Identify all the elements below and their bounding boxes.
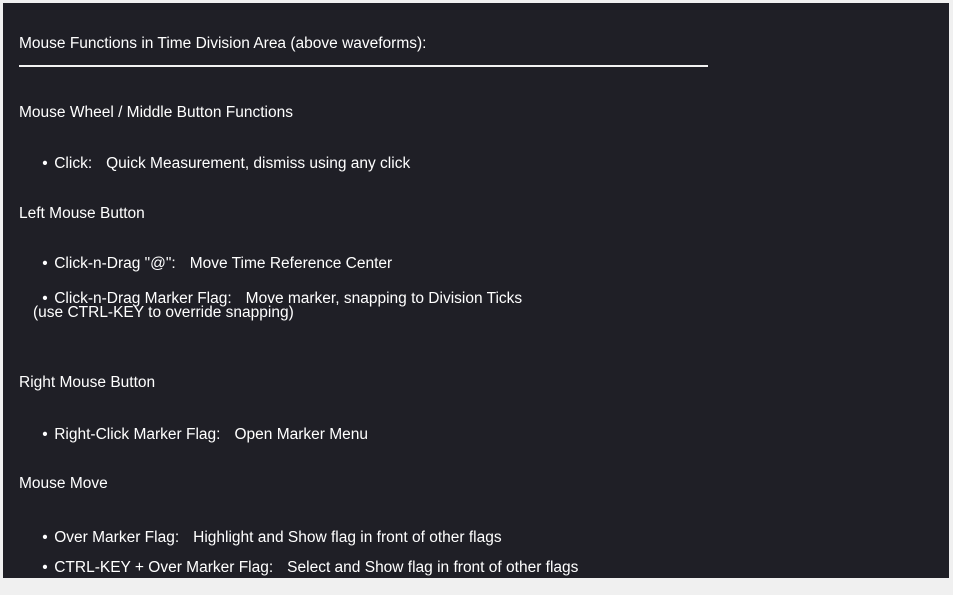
item-action: Click-n-Drag "@": [54,255,176,272]
item-action: Right-Click Marker Flag: [54,426,221,443]
help-title: Mouse Functions in Time Division Area (a… [19,35,427,52]
item-action: CTRL-KEY + Over Marker Flag: [54,559,274,576]
bullet-icon: • [42,426,48,443]
bullet-icon: • [42,559,48,576]
help-item-open-marker-menu: • Right-Click Marker Flag: Open Marker Men… [25,408,368,462]
item-description: Move Time Reference Center [189,255,393,272]
bullet-icon: • [42,155,48,172]
item-description: Open Marker Menu [234,426,368,443]
item-description: Quick Measurement, dismiss using any cli… [106,155,411,172]
bullet-icon: • [42,255,48,272]
title-underline [19,65,708,67]
help-item-quick-measurement: • Click: Quick Measurement, dismiss using … [25,137,410,191]
section-heading-left-button: Left Mouse Button [19,205,145,222]
item-description: Select and Show flag in front of other f… [287,559,579,576]
help-item-select-flag: • CTRL-KEY + Over Marker Flag: Select and … [25,541,578,595]
section-heading-middle-button: Mouse Wheel / Middle Button Functions [19,104,293,121]
item-action: Click: [54,155,93,172]
section-heading-mouse-move: Mouse Move [19,475,108,492]
help-panel: Mouse Functions in Time Division Area (a… [3,3,949,578]
help-note-ctrl-snapping: (use CTRL-KEY to override snapping) [33,304,294,321]
section-heading-right-button: Right Mouse Button [19,374,156,391]
